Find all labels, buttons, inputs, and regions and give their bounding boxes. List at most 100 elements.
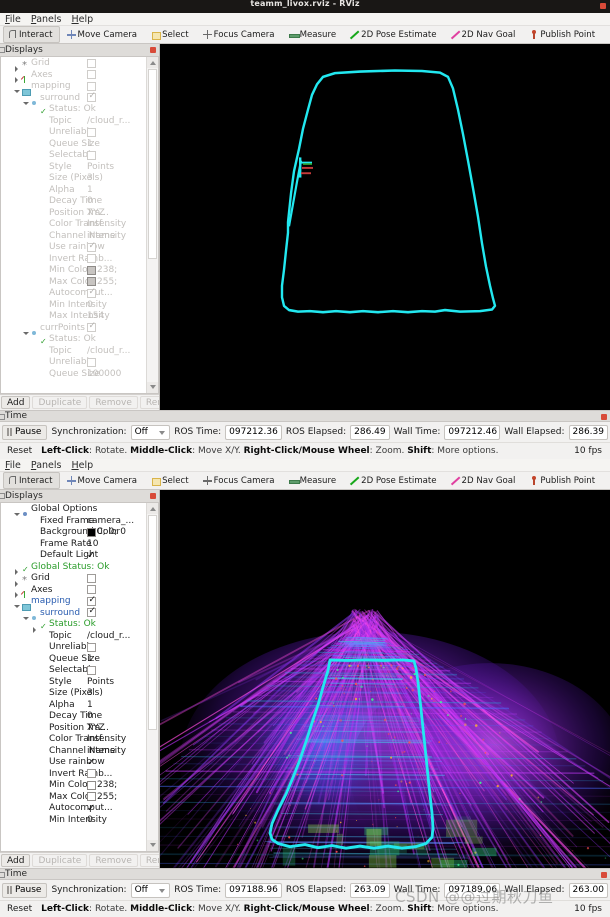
time-close-icon[interactable] — [601, 414, 607, 420]
tree-row[interactable]: surround — [1, 91, 146, 105]
viewport-3d-bottom[interactable] — [159, 490, 610, 868]
tree-row-value[interactable]: ✓ — [87, 802, 146, 814]
tree-row-value[interactable] — [87, 241, 146, 253]
tree-row-value[interactable]: ✓ — [87, 756, 146, 768]
tree-row-value[interactable] — [87, 91, 146, 104]
tree-row[interactable]: Queue Size 100000 — [1, 368, 146, 380]
checkbox[interactable] — [87, 665, 96, 675]
ros-elapsed-field-2[interactable]: 263.09 — [350, 882, 390, 898]
tree-row-value[interactable]: /cloud_r... — [87, 115, 146, 127]
color-swatch[interactable] — [87, 527, 96, 537]
tree-row-value[interactable]: Intensity — [87, 733, 146, 745]
tree-row[interactable]: Use rainbow ✓ — [1, 756, 146, 768]
ros-elapsed-field[interactable]: 286.49 — [350, 424, 390, 440]
tree-row[interactable]: Min Color 238; — [1, 264, 146, 276]
time-float-icon[interactable] — [0, 872, 5, 878]
tool-focus-camera[interactable]: Focus Camera — [198, 26, 282, 43]
viewport-3d-top[interactable] — [159, 44, 610, 410]
tree-row[interactable]: Topic/cloud_r... — [1, 115, 146, 127]
tree-row[interactable]: Grid — [1, 572, 146, 587]
tree-row[interactable]: Status: Ok — [1, 103, 146, 116]
tree-row-value[interactable] — [87, 321, 146, 334]
tree-row[interactable]: Color Transf... Intensity — [1, 218, 146, 230]
tree-row[interactable]: Autocomput... ✓ — [1, 802, 146, 814]
tree-row[interactable]: Default Light ✓ — [1, 549, 146, 561]
wall-elapsed-field[interactable]: 286.39 — [568, 424, 608, 440]
tree-row-value[interactable]: 255; — [87, 791, 146, 803]
tool-move-camera[interactable]: Move Camera — [62, 26, 145, 43]
tree-row[interactable]: Queue Size 1 — [1, 653, 146, 665]
tree-row[interactable]: Max Color 255; — [1, 276, 146, 288]
tree-row-value[interactable]: intensity — [87, 745, 146, 757]
tree-row[interactable]: Max Intensity 154 — [1, 310, 146, 322]
add-button-2[interactable]: Add — [1, 854, 31, 867]
tree-row[interactable]: Channel Name intensity — [1, 745, 146, 757]
pause-button[interactable]: Pause — [2, 424, 48, 440]
duplicate-button-2[interactable]: Duplicate — [32, 854, 88, 867]
tool-2d-pose-estimate-2[interactable]: 2D Pose Estimate — [345, 472, 443, 489]
tree-row-value[interactable] — [87, 356, 146, 368]
tree-row[interactable]: mapping — [1, 80, 146, 96]
checkbox[interactable] — [87, 91, 96, 103]
menu-help-2[interactable]: Help — [72, 460, 94, 471]
tree-row-value[interactable]: 10 — [87, 538, 146, 550]
displays-tree-top[interactable]: GridAxesmappingsurroundStatus: OkTopic/c… — [1, 57, 146, 393]
tree-row[interactable]: Size (Pixels) 3 — [1, 687, 146, 699]
tool-measure[interactable]: Measure — [284, 26, 344, 43]
tree-row-value[interactable]: ✓ — [87, 549, 146, 561]
checkbox[interactable] — [87, 606, 96, 618]
tree-row-value[interactable]: camera_... — [87, 515, 146, 527]
tree-row-value[interactable] — [87, 768, 146, 780]
tree-row[interactable]: Selectable — [1, 664, 146, 676]
tree-row[interactable]: Decay Time 0 — [1, 195, 146, 207]
tree-row-value[interactable]: 1 — [87, 184, 146, 196]
tree-row[interactable]: Use rainbow — [1, 241, 146, 253]
tree-row-value[interactable]: /cloud_r... — [87, 630, 146, 642]
checkbox[interactable] — [87, 127, 96, 137]
panel-close-icon[interactable] — [150, 493, 156, 500]
duplicate-button[interactable]: Duplicate — [32, 396, 88, 409]
tree-row[interactable]: Min Intensity 0 — [1, 299, 146, 311]
panel-float-icon[interactable] — [0, 493, 5, 500]
color-swatch[interactable] — [87, 792, 96, 802]
tool-select-2[interactable]: Select — [146, 472, 196, 489]
checkbox[interactable] — [87, 254, 96, 264]
tree-row[interactable]: Unreliable — [1, 126, 146, 138]
tree-row-value[interactable] — [87, 664, 146, 676]
tree-row-value[interactable] — [87, 606, 146, 619]
tree-row[interactable]: Style Points — [1, 161, 146, 173]
checkbox[interactable] — [87, 595, 96, 606]
wall-time-field[interactable]: 097212.46 — [444, 424, 501, 440]
window-close-icon[interactable] — [600, 3, 606, 9]
reset-button-2[interactable]: Reset — [2, 903, 37, 916]
menu-panels[interactable]: Panels — [31, 14, 62, 25]
checkbox[interactable] — [87, 585, 96, 595]
displays-scrollbar-top[interactable] — [146, 57, 158, 393]
sync-dropdown-2[interactable]: Off — [130, 882, 171, 898]
checkbox[interactable] — [87, 287, 96, 298]
scroll-thumb[interactable] — [148, 69, 157, 260]
checkmark-icon[interactable]: ✓ — [87, 757, 95, 768]
tree-row[interactable]: Axes — [1, 69, 146, 84]
tree-row-value[interactable] — [87, 69, 146, 81]
tree-row[interactable]: Unreliable — [1, 641, 146, 653]
displays-scrollbar-bottom[interactable] — [146, 503, 158, 851]
checkmark-icon[interactable]: ✓ — [87, 803, 95, 814]
panel-close-icon[interactable] — [150, 47, 156, 54]
menu-help[interactable]: Help — [72, 14, 94, 25]
tree-row[interactable]: Global Options — [1, 503, 146, 517]
time-float-icon[interactable] — [0, 414, 5, 420]
tree-row[interactable]: Background Color 0; 0; 0 — [1, 526, 146, 538]
tool-interact-2[interactable]: Interact — [3, 472, 60, 490]
tree-row[interactable]: Decay Time 0 — [1, 710, 146, 722]
scroll-up-icon[interactable] — [147, 503, 158, 515]
checkbox[interactable] — [87, 70, 96, 80]
sync-dropdown[interactable]: Off — [130, 424, 171, 440]
tree-row-value[interactable] — [87, 572, 146, 584]
tool-publish-point[interactable]: Publish Point — [524, 26, 602, 43]
tree-row[interactable]: Status: Ok — [1, 333, 146, 346]
tree-row-value[interactable]: 0; 0; 0 — [87, 526, 146, 538]
scroll-down-icon[interactable] — [147, 840, 158, 851]
tree-row-value[interactable]: /cloud_r... — [87, 345, 146, 357]
tree-row-value[interactable]: 100000 — [87, 368, 146, 380]
